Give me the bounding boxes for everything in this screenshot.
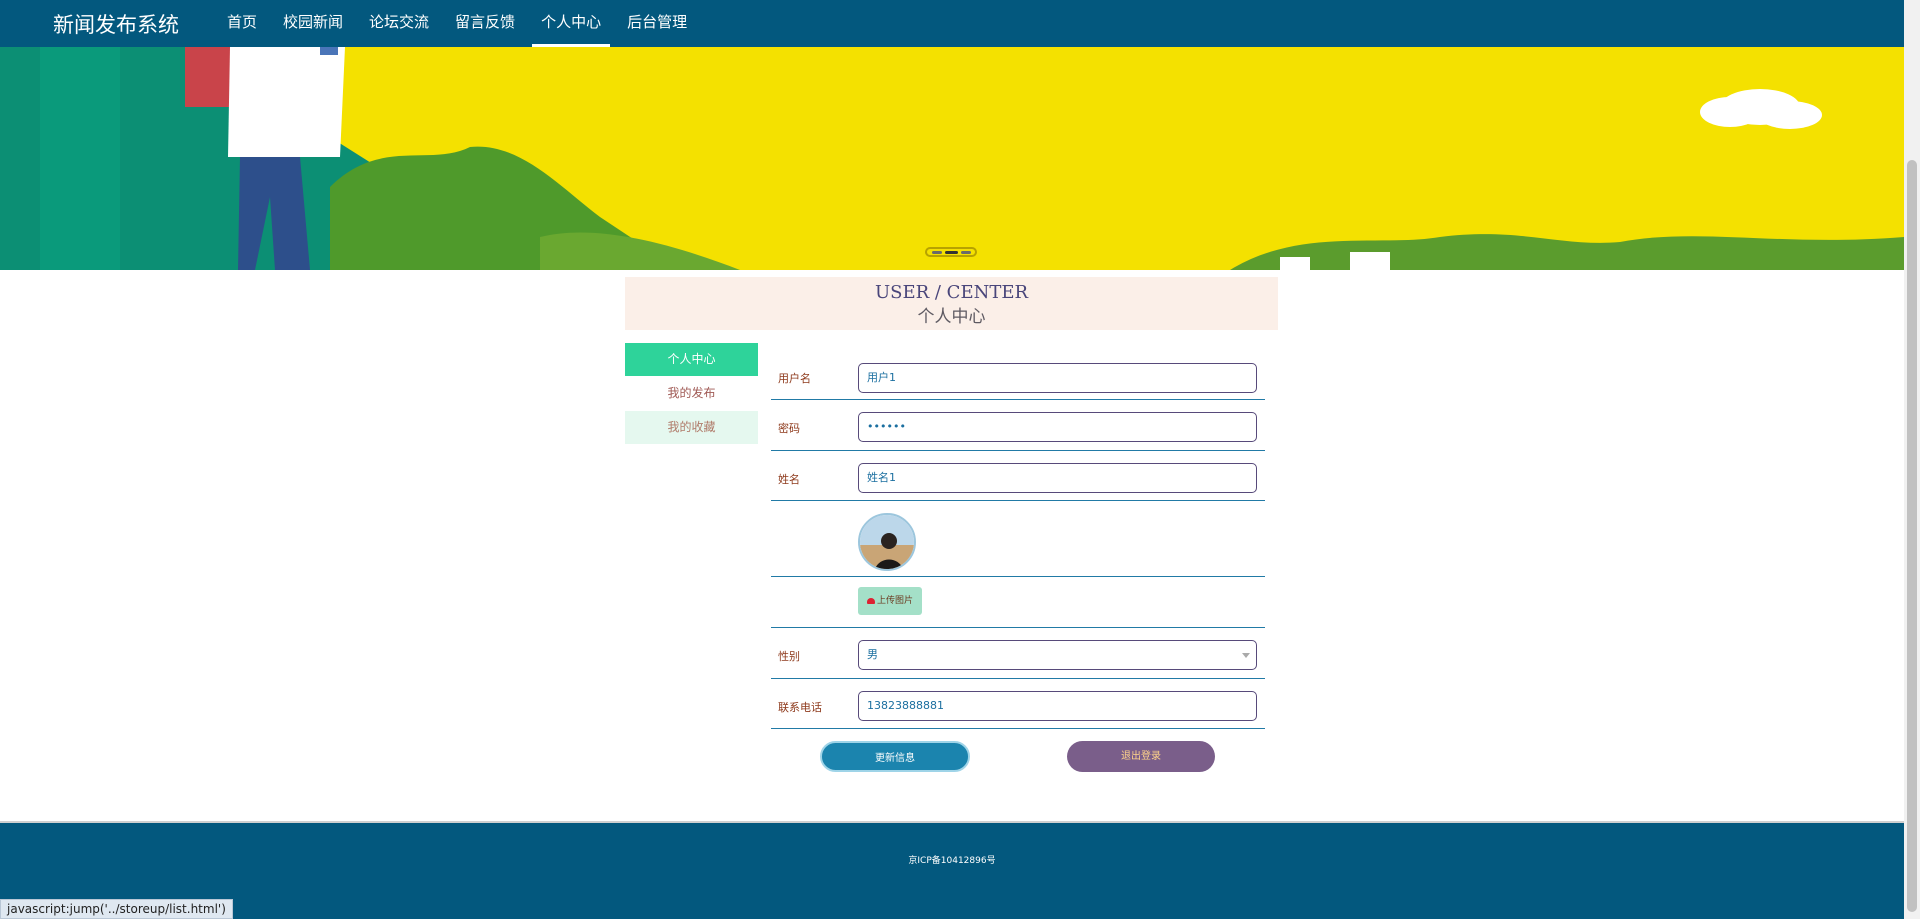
scrollbar-thumb[interactable] — [1907, 160, 1917, 912]
update-info-button[interactable]: 更新信息 — [820, 741, 970, 772]
page-scrollbar[interactable] — [1904, 0, 1920, 919]
phone-label: 联系电话 — [778, 701, 822, 714]
upload-image-label: 上传图片 — [876, 596, 913, 606]
user-center-title-zh: 个人中心 — [917, 307, 986, 327]
nav-item-user-center[interactable]: 个人中心 — [532, 0, 611, 47]
form-row-password: 密码 •••••• — [771, 400, 1265, 451]
name-label: 姓名 — [778, 473, 800, 486]
password-field[interactable]: •••••• — [858, 412, 1257, 442]
nav-item-home[interactable]: 首页 — [218, 0, 266, 47]
nav-item-feedback[interactable]: 留言反馈 — [446, 0, 524, 47]
side-item-my-favorites[interactable]: 我的收藏 — [625, 411, 758, 444]
side-item-my-posts[interactable]: 我的发布 — [625, 377, 758, 410]
footer: 京ICP备10412896号 — [0, 821, 1904, 919]
nav-item-admin[interactable]: 后台管理 — [618, 0, 696, 47]
avatar-image — [858, 513, 916, 571]
logout-button[interactable]: 退出登录 — [1067, 741, 1215, 772]
banner-illustration — [0, 47, 1904, 270]
form-row-upload: 上传图片 — [771, 577, 1265, 628]
carousel-dot[interactable] — [931, 250, 942, 254]
upload-image-button[interactable]: 上传图片 — [858, 587, 922, 615]
carousel-dot-active[interactable] — [944, 250, 958, 254]
cloud-upload-icon — [866, 597, 875, 604]
side-menu: 个人中心 我的发布 我的收藏 — [625, 343, 758, 445]
nav-item-forum[interactable]: 论坛交流 — [360, 0, 438, 47]
top-nav-bar: 新闻发布系统 首页 校园新闻 论坛交流 留言反馈 个人中心 后台管理 — [0, 0, 1904, 47]
profile-form: 用户名 用户1 密码 •••••• 姓名 姓名1 上传图片 性别 男 联系电话 … — [771, 351, 1265, 729]
user-center-header: USER / CENTER 个人中心 — [625, 277, 1278, 330]
gender-select[interactable]: 男 — [858, 640, 1257, 670]
site-brand[interactable]: 新闻发布系统 — [53, 9, 179, 39]
nav-item-campus-news[interactable]: 校园新闻 — [274, 0, 352, 47]
gender-select-value: 男 — [867, 648, 878, 661]
username-field[interactable]: 用户1 — [858, 363, 1257, 393]
form-row-name: 姓名 姓名1 — [771, 451, 1265, 501]
carousel-dot[interactable] — [960, 250, 971, 254]
phone-field[interactable]: 13823888881 — [858, 691, 1257, 721]
form-row-avatar — [771, 501, 1265, 577]
chevron-down-icon — [1242, 653, 1250, 658]
banner-carousel[interactable] — [0, 47, 1904, 270]
main-nav: 首页 校园新闻 论坛交流 留言反馈 个人中心 后台管理 — [218, 0, 704, 47]
form-row-gender: 性别 男 — [771, 628, 1265, 679]
form-row-phone: 联系电话 13823888881 — [771, 679, 1265, 729]
password-label: 密码 — [778, 422, 800, 435]
gender-label: 性别 — [778, 650, 800, 663]
user-center-title-en: USER / CENTER — [874, 282, 1029, 303]
footer-icp: 京ICP备10412896号 — [908, 856, 996, 866]
carousel-indicators[interactable] — [925, 247, 977, 257]
username-label: 用户名 — [778, 372, 811, 385]
browser-status-url: javascript:jump('../storeup/list.html') — [0, 899, 233, 919]
name-field[interactable]: 姓名1 — [858, 463, 1257, 493]
form-row-username: 用户名 用户1 — [771, 351, 1265, 400]
side-item-user-center[interactable]: 个人中心 — [625, 343, 758, 376]
